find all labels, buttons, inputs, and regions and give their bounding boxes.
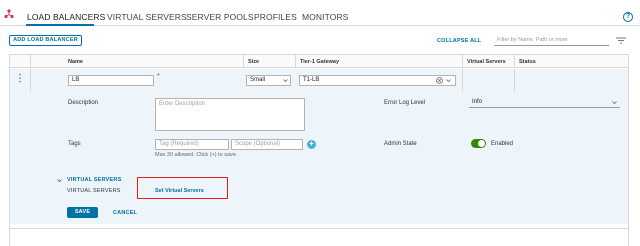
tab-monitors[interactable]: MONITORS <box>302 12 348 22</box>
scope-input[interactable]: Scope (Optional) <box>231 139 303 150</box>
column-header-size[interactable]: Size <box>248 59 259 65</box>
tab-load-balancers[interactable]: LOAD BALANCERS <box>27 12 105 22</box>
highlight-box <box>137 177 228 199</box>
network-logo-icon <box>4 9 14 19</box>
column-separator <box>514 55 515 68</box>
column-separator <box>30 55 31 68</box>
admin-state-value: Enabled <box>491 141 514 147</box>
tags-hint: Max 30 allowed. Click (+) to save. <box>155 152 238 158</box>
row-separator <box>30 69 31 92</box>
column-header-virtual-servers[interactable]: Virtual Servers <box>467 59 506 65</box>
virtual-servers-section-title[interactable]: VIRTUAL SERVERS <box>67 177 121 183</box>
active-tab-indicator <box>26 24 94 26</box>
filter-icon[interactable] <box>616 37 626 44</box>
admin-state-label: Admin State <box>384 141 417 147</box>
help-icon[interactable]: ? <box>623 12 633 22</box>
error-log-level-label: Error Log Level <box>384 100 426 106</box>
row-separator <box>514 69 515 92</box>
collapse-all-link[interactable]: COLLAPSE ALL <box>437 38 481 44</box>
add-tag-icon[interactable]: + <box>307 140 316 149</box>
chevron-down-icon <box>446 79 451 83</box>
column-separator <box>295 55 296 68</box>
column-header-status[interactable]: Status <box>519 59 536 65</box>
error-log-level-value: Info <box>472 99 483 105</box>
tab-server-pools[interactable]: SERVER POOLS <box>186 12 254 22</box>
row-divider <box>10 228 628 229</box>
virtual-servers-label: VIRTUAL SERVERS <box>67 188 121 194</box>
tab-profiles[interactable]: PROFILES <box>254 12 297 22</box>
column-separator <box>462 55 463 68</box>
toggle-knob <box>478 140 485 147</box>
required-indicator: * <box>157 73 160 80</box>
tab-virtual-servers[interactable]: VIRTUAL SERVERS <box>107 12 187 22</box>
tag-input[interactable]: Tag (Required) <box>155 139 229 150</box>
tier1-gateway-value: T1-LB <box>303 77 320 83</box>
name-input[interactable]: LB <box>68 75 154 86</box>
tags-label: Tags <box>68 141 81 147</box>
chevron-down-icon <box>612 101 617 105</box>
error-log-level-select[interactable]: Info <box>469 97 620 108</box>
size-value: Small <box>250 77 266 83</box>
description-textarea[interactable]: Enter Description <box>155 98 305 131</box>
cancel-button[interactable]: CANCEL <box>113 210 137 216</box>
column-header-tier1-gateway[interactable]: Tier-1 Gateway <box>300 59 339 65</box>
column-header-name[interactable]: Name <box>68 59 83 65</box>
add-load-balancer-button[interactable]: ADD LOAD BALANCER <box>9 35 82 46</box>
row-actions-kebab-icon[interactable] <box>18 73 22 83</box>
filter-input[interactable]: Filter by Name, Path or more <box>494 35 609 46</box>
tier1-gateway-select[interactable]: T1-LB <box>299 75 456 86</box>
save-button[interactable]: SAVE <box>67 207 98 218</box>
column-separator <box>243 55 244 68</box>
chevron-down-icon[interactable] <box>57 178 62 183</box>
clear-icon[interactable] <box>436 77 443 84</box>
expanded-edit-row <box>10 69 628 224</box>
row-separator <box>462 69 463 92</box>
description-label: Description <box>68 100 99 106</box>
chevron-down-icon <box>283 79 288 83</box>
